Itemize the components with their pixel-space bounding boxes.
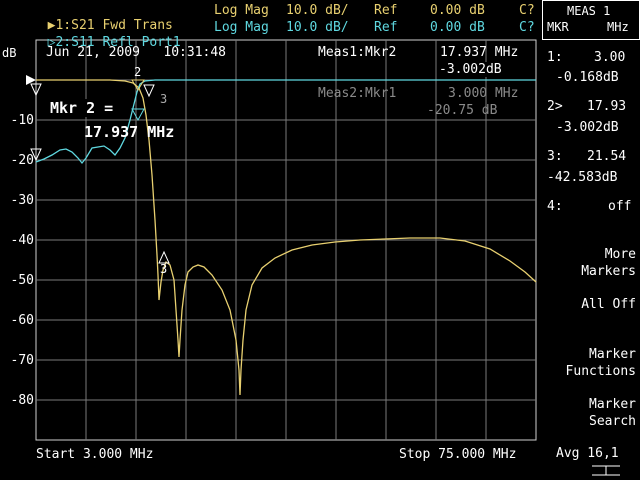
- y-tick-label: -50: [10, 273, 34, 288]
- sweep-indicator-icon: [592, 465, 620, 476]
- trace2-ref: Ref: [374, 20, 398, 35]
- more-markers-button[interactable]: More Markers: [581, 246, 636, 280]
- marker-3-freq[interactable]: 21.54: [587, 149, 626, 164]
- meas2-freq: 3.000 MHz: [448, 86, 519, 101]
- marker-readout-line2: 17.937 MHz: [84, 123, 175, 141]
- y-tick-label: -10: [10, 113, 34, 128]
- marker-1-id: 1:: [547, 50, 563, 65]
- meas1-label: Meas1:Mkr2: [318, 45, 397, 60]
- marker-3-tag: 3: [160, 262, 168, 276]
- marker-4-freq[interactable]: off: [608, 199, 631, 214]
- date-time: Jun 21, 2009 10:31:48: [46, 45, 227, 60]
- trace1-ref-value[interactable]: 0.00 dB: [430, 3, 485, 18]
- menu-title: MEAS 1: [567, 4, 611, 18]
- trace2-format[interactable]: Log Mag: [214, 20, 269, 35]
- trace1-scale[interactable]: 10.0 dB/: [286, 3, 349, 18]
- y-unit-label: dB: [2, 46, 17, 60]
- marker-1-freq[interactable]: 3.00: [594, 50, 625, 65]
- marker-2-tag: 2: [134, 65, 142, 79]
- trace1-ref: Ref: [374, 3, 398, 18]
- marker-2-id: 2>: [547, 99, 563, 114]
- marker-2b-icon: [131, 108, 145, 122]
- marker-1-value: -0.168dB: [556, 70, 619, 85]
- y-tick-label: -30: [10, 193, 34, 208]
- marker-search-button[interactable]: Marker Search: [589, 396, 636, 430]
- trace1-cal: C?: [519, 3, 535, 18]
- meas2-label: Meas2:Mkr1: [318, 86, 397, 101]
- stop-frequency[interactable]: Stop 75.000 MHz: [399, 447, 516, 462]
- trace2-ref-value[interactable]: 0.00 dB: [430, 20, 485, 35]
- marker-3b-icon: [143, 84, 155, 98]
- meas1-freq: 17.937 MHz: [440, 45, 519, 60]
- start-frequency[interactable]: Start 3.000 MHz: [36, 447, 153, 462]
- all-off-button[interactable]: All Off: [581, 296, 636, 313]
- marker-3b-tag: 3: [160, 92, 168, 106]
- meas2-value: -20.75 dB: [427, 103, 498, 118]
- y-tick-label: -20: [10, 153, 34, 168]
- trace2-scale[interactable]: 10.0 dB/: [286, 20, 349, 35]
- menu-title-mhz: MHz: [607, 20, 629, 34]
- y-tick-label: -80: [10, 393, 34, 408]
- marker-2-freq[interactable]: 17.93: [587, 99, 626, 114]
- plot-area: [26, 39, 537, 441]
- y-tick-label: -60: [10, 313, 34, 328]
- y-tick-label: -70: [10, 353, 34, 368]
- marker-3-id: 3:: [547, 149, 563, 164]
- marker-4-id: 4:: [547, 199, 563, 214]
- trace2-cal: C?: [519, 20, 535, 35]
- marker-3-value: -42.583dB: [547, 170, 618, 185]
- menu-title-mkr: MKR: [547, 20, 569, 34]
- marker-readout-line1: Mkr 2 =: [48, 99, 116, 117]
- meas1-value: -3.002dB: [439, 62, 502, 77]
- trace1-format[interactable]: Log Mag: [214, 3, 269, 18]
- marker-functions-button[interactable]: Marker Functions: [566, 346, 636, 380]
- y-tick-label: -40: [10, 233, 34, 248]
- menu-title-box: MEAS 1 MKR MHz: [542, 0, 640, 40]
- averaging-status: Avg 16,1: [556, 446, 619, 461]
- marker-2-value: -3.002dB: [556, 120, 619, 135]
